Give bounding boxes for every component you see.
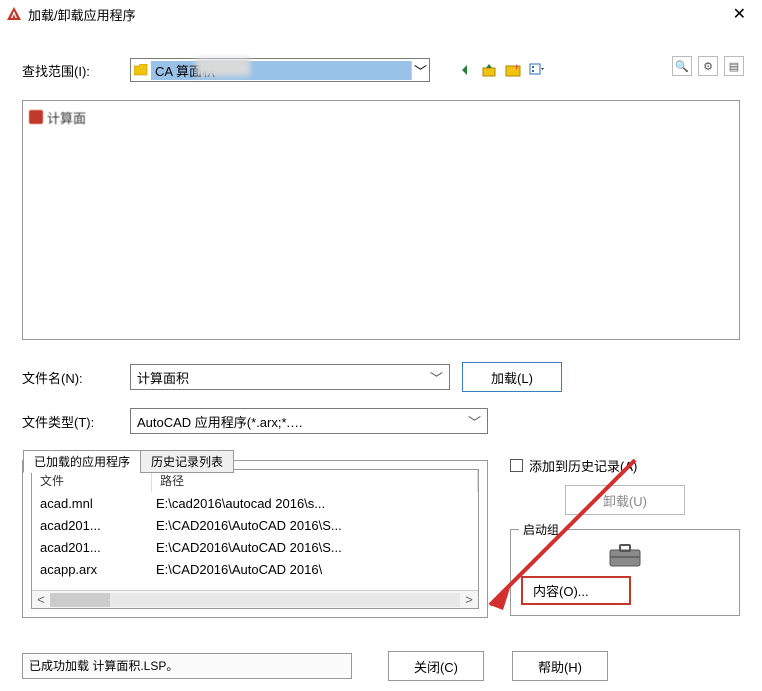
startup-legend: 启动组 <box>519 521 563 538</box>
loaded-apps-list[interactable]: 文件 路径 acad.mnlE:\cad2016\autocad 2016\s.… <box>31 469 479 609</box>
scope-selected: CA 算面积 <box>151 61 411 80</box>
scroll-right-icon[interactable]: > <box>460 592 478 607</box>
tools-icon[interactable]: ⚙ <box>698 56 718 76</box>
lsp-file-icon <box>29 110 43 124</box>
help-button[interactable]: 帮助(H) <box>512 651 608 681</box>
filetype-label: 文件类型(T): <box>22 412 118 431</box>
add-history-checkbox[interactable] <box>510 459 523 472</box>
startup-group: 启动组 内容(O)... <box>510 529 740 616</box>
table-row[interactable]: acad.mnlE:\cad2016\autocad 2016\s... <box>32 492 478 514</box>
filetype-combo[interactable]: AutoCAD 应用程序(*.arx;*.crx;*.lsp;*.dvb;*.d… <box>130 408 488 434</box>
close-icon[interactable]: ✕ <box>723 4 756 24</box>
add-history-label: 添加到历史记录(A) <box>529 456 637 475</box>
back-icon[interactable] <box>456 61 474 79</box>
filetype-value: AutoCAD 应用程序(*.arx;*.crx;*.lsp;*.dvb;*.d… <box>137 412 309 431</box>
briefcase-icon <box>608 542 642 568</box>
chevron-down-icon[interactable]: ﹀ <box>290 368 443 387</box>
window-title: 加载/卸载应用程序 <box>28 5 723 24</box>
file-item[interactable]: 计算面 <box>29 107 733 127</box>
up-icon[interactable] <box>480 61 498 79</box>
file-browser[interactable]: 计算面 <box>22 100 740 340</box>
scroll-left-icon[interactable]: < <box>32 592 50 607</box>
close-button[interactable]: 关闭(C) <box>388 651 484 681</box>
scope-combo[interactable]: CA 算面积 ﹀ <box>130 58 430 82</box>
app-logo-icon <box>6 6 22 22</box>
redaction-mask <box>196 58 250 76</box>
contents-button[interactable]: 内容(O)... <box>521 576 631 605</box>
filename-label: 文件名(N): <box>22 368 118 387</box>
status-message: 已成功加载 计算面积.LSP。 <box>22 653 352 679</box>
col-path[interactable]: 路径 <box>152 470 478 492</box>
filename-combo[interactable]: 计算面积 ﹀ <box>130 364 450 390</box>
chevron-down-icon[interactable]: ﹀ <box>411 61 429 80</box>
table-row[interactable]: acapp.arxE:\CAD2016\AutoCAD 2016\ <box>32 558 478 580</box>
unload-button: 卸载(U) <box>565 485 685 515</box>
scope-label: 查找范围(I): <box>22 61 118 80</box>
table-row[interactable]: acad201...E:\CAD2016\AutoCAD 2016\S... <box>32 536 478 558</box>
tab-history[interactable]: 历史记录列表 <box>140 450 234 473</box>
tab-loaded-apps[interactable]: 已加载的应用程序 <box>23 450 141 473</box>
load-button[interactable]: 加载(L) <box>462 362 562 392</box>
folder-icon <box>131 64 151 76</box>
file-item-label: 计算面 <box>47 108 86 127</box>
filename-value: 计算面积 <box>137 368 290 387</box>
chevron-down-icon[interactable]: ﹀ <box>309 412 481 431</box>
search-tool-icon[interactable]: 🔍 <box>672 56 692 76</box>
horizontal-scrollbar[interactable]: < > <box>32 590 478 608</box>
view-menu-icon[interactable] <box>528 61 546 79</box>
col-file[interactable]: 文件 <box>32 470 152 492</box>
table-row[interactable]: acad201...E:\CAD2016\AutoCAD 2016\S... <box>32 514 478 536</box>
extra-icon[interactable]: ▤ <box>724 56 744 76</box>
favorites-icon[interactable] <box>504 61 522 79</box>
